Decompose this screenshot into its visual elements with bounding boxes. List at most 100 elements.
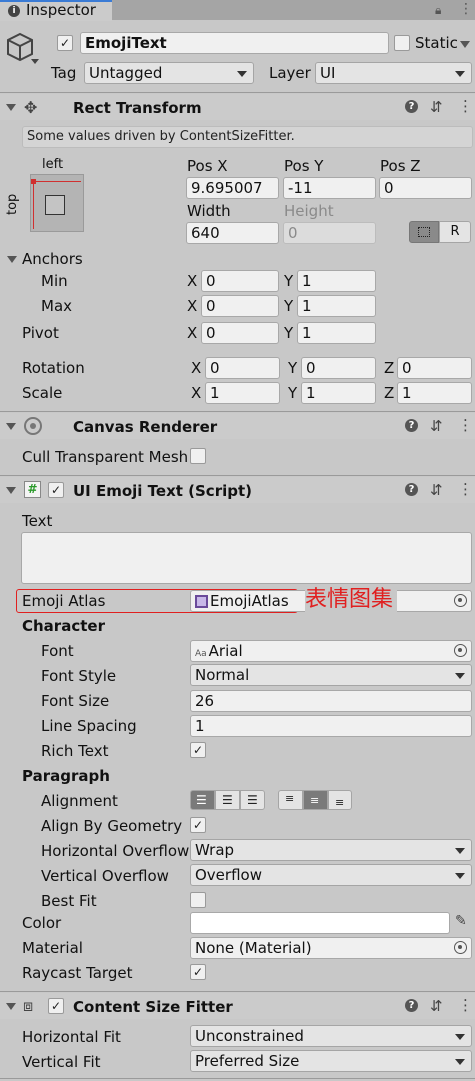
raw-edit-button[interactable]: R bbox=[439, 221, 471, 243]
tab-menu-icon[interactable]: ⋮ bbox=[459, 1, 473, 17]
pos-x-label: Pos X bbox=[187, 157, 228, 175]
font-style-dropdown[interactable]: Normal bbox=[190, 664, 472, 686]
horizontal-overflow-dropdown[interactable]: Wrap bbox=[190, 839, 472, 861]
help-icon[interactable]: ? bbox=[405, 999, 418, 1012]
pivot-label: Pivot bbox=[22, 324, 59, 342]
align-left-button[interactable]: ☰ bbox=[190, 790, 215, 810]
scale-z-field[interactable]: 1 bbox=[397, 382, 472, 404]
emoji-text-enabled-checkbox[interactable]: ✓ bbox=[48, 482, 64, 498]
pos-z-field[interactable]: 0 bbox=[379, 177, 472, 199]
alignment-label: Alignment bbox=[41, 792, 118, 810]
best-fit-label: Best Fit bbox=[41, 892, 97, 910]
raycast-target-checkbox[interactable]: ✓ bbox=[190, 964, 206, 980]
align-by-geometry-checkbox[interactable]: ✓ bbox=[190, 817, 206, 833]
help-icon[interactable]: ? bbox=[405, 419, 418, 432]
align-right-button[interactable]: ☰ bbox=[240, 790, 265, 810]
align-center-button[interactable]: ☰ bbox=[215, 790, 240, 810]
align-middle-button[interactable]: ≡ bbox=[303, 790, 328, 810]
active-toggle[interactable]: ✓ bbox=[57, 35, 73, 51]
font-field[interactable]: Aa Arial bbox=[190, 640, 472, 662]
help-icon[interactable]: ? bbox=[405, 100, 418, 113]
line-spacing-field[interactable]: 1 bbox=[190, 715, 472, 737]
color-label: Color bbox=[22, 914, 62, 932]
script-icon: # bbox=[24, 481, 41, 498]
component-menu-icon[interactable]: ⋮ bbox=[458, 481, 473, 497]
material-field[interactable]: None (Material) bbox=[190, 937, 472, 959]
object-picker-icon[interactable] bbox=[454, 941, 467, 954]
component-menu-icon[interactable]: ⋮ bbox=[458, 98, 473, 114]
blueprint-mode-button[interactable] bbox=[409, 221, 439, 243]
icon-dropdown-arrow[interactable] bbox=[31, 59, 39, 64]
divider bbox=[0, 475, 475, 476]
scale-y-field[interactable]: 1 bbox=[301, 382, 376, 404]
chevron-down-icon bbox=[455, 1059, 465, 1065]
horizontal-fit-value: Unconstrained bbox=[195, 1027, 304, 1045]
emoji-text-title: UI Emoji Text (Script) bbox=[73, 482, 253, 500]
static-dropdown-icon[interactable] bbox=[460, 41, 470, 48]
align-bottom-icon: ≡ bbox=[335, 796, 345, 809]
height-field: 0 bbox=[283, 222, 376, 244]
axis-x-label: X bbox=[191, 384, 202, 402]
cull-transparent-mesh-checkbox[interactable] bbox=[190, 448, 206, 464]
color-field[interactable] bbox=[190, 912, 450, 934]
lock-icon[interactable]: 🔒︎ bbox=[435, 3, 441, 18]
horizontal-fit-dropdown[interactable]: Unconstrained bbox=[190, 1025, 472, 1047]
foldout-arrow-icon[interactable] bbox=[6, 487, 16, 494]
align-top-button[interactable]: ≡ bbox=[278, 790, 303, 810]
pivot-y-field[interactable]: 1 bbox=[297, 322, 376, 344]
preset-settings-icon[interactable]: ⇵ bbox=[430, 998, 443, 1014]
foldout-arrow-icon[interactable] bbox=[6, 1003, 16, 1010]
text-area[interactable] bbox=[21, 532, 472, 584]
font-style-value: Normal bbox=[195, 666, 250, 684]
min-x-field[interactable]: 0 bbox=[201, 270, 279, 292]
rich-text-checkbox[interactable]: ✓ bbox=[190, 742, 206, 758]
preset-settings-icon[interactable]: ⇵ bbox=[430, 418, 443, 434]
object-name-field[interactable]: EmojiText bbox=[80, 32, 389, 54]
chevron-down-icon bbox=[455, 1034, 465, 1040]
preset-settings-icon[interactable]: ⇵ bbox=[430, 482, 443, 498]
font-size-field[interactable]: 26 bbox=[190, 690, 472, 712]
help-icon[interactable]: ? bbox=[405, 483, 418, 496]
axis-x-label: X bbox=[187, 272, 198, 290]
component-menu-icon[interactable]: ⋮ bbox=[458, 417, 473, 433]
gameobject-cube-icon[interactable] bbox=[6, 32, 34, 62]
pos-x-field[interactable]: 9.695007 bbox=[186, 177, 279, 199]
max-y-field[interactable]: 1 bbox=[297, 295, 376, 317]
paragraph-heading: Paragraph bbox=[22, 767, 110, 785]
component-menu-icon[interactable]: ⋮ bbox=[458, 997, 473, 1013]
object-picker-icon[interactable] bbox=[454, 594, 467, 607]
pos-y-field[interactable]: -11 bbox=[283, 177, 376, 199]
content-size-fitter-enabled-checkbox[interactable]: ✓ bbox=[48, 998, 64, 1014]
layer-dropdown[interactable]: UI bbox=[315, 62, 472, 84]
static-toggle[interactable] bbox=[394, 35, 410, 51]
pivot-x-field[interactable]: 0 bbox=[201, 322, 279, 344]
best-fit-checkbox[interactable] bbox=[190, 892, 206, 908]
axis-z-label: Z bbox=[384, 384, 395, 402]
tag-dropdown[interactable]: Untagged bbox=[84, 62, 254, 84]
anchor-preset-button[interactable] bbox=[30, 174, 84, 232]
anchors-foldout-icon[interactable] bbox=[7, 256, 17, 263]
scale-x-field[interactable]: 1 bbox=[205, 382, 280, 404]
align-bottom-button[interactable]: ≡ bbox=[328, 790, 352, 810]
preset-settings-icon[interactable]: ⇵ bbox=[430, 99, 443, 115]
rect-transform-header[interactable] bbox=[0, 94, 475, 120]
rotation-z-field[interactable]: 0 bbox=[397, 357, 472, 379]
eyedropper-icon[interactable]: ✎ bbox=[455, 913, 467, 929]
vertical-overflow-value: Overflow bbox=[195, 866, 262, 884]
canvas-renderer-header[interactable] bbox=[0, 413, 475, 439]
content-size-fitter-header[interactable] bbox=[0, 993, 475, 1019]
vertical-overflow-dropdown[interactable]: Overflow bbox=[190, 864, 472, 886]
min-y-field[interactable]: 1 bbox=[297, 270, 376, 292]
rotation-x-field[interactable]: 0 bbox=[205, 357, 280, 379]
object-picker-icon[interactable] bbox=[454, 644, 467, 657]
tab-title: Inspector bbox=[26, 1, 96, 19]
rotation-label: Rotation bbox=[22, 359, 85, 377]
horizontal-overflow-label: Horizontal Overflow bbox=[41, 842, 190, 860]
width-field[interactable]: 640 bbox=[186, 222, 279, 244]
foldout-arrow-icon[interactable] bbox=[6, 423, 16, 430]
vertical-fit-dropdown[interactable]: Preferred Size bbox=[190, 1050, 472, 1072]
tab-inspector[interactable]: i Inspector bbox=[0, 0, 112, 21]
rotation-y-field[interactable]: 0 bbox=[301, 357, 376, 379]
max-x-field[interactable]: 0 bbox=[201, 295, 279, 317]
foldout-arrow-icon[interactable] bbox=[6, 104, 16, 111]
